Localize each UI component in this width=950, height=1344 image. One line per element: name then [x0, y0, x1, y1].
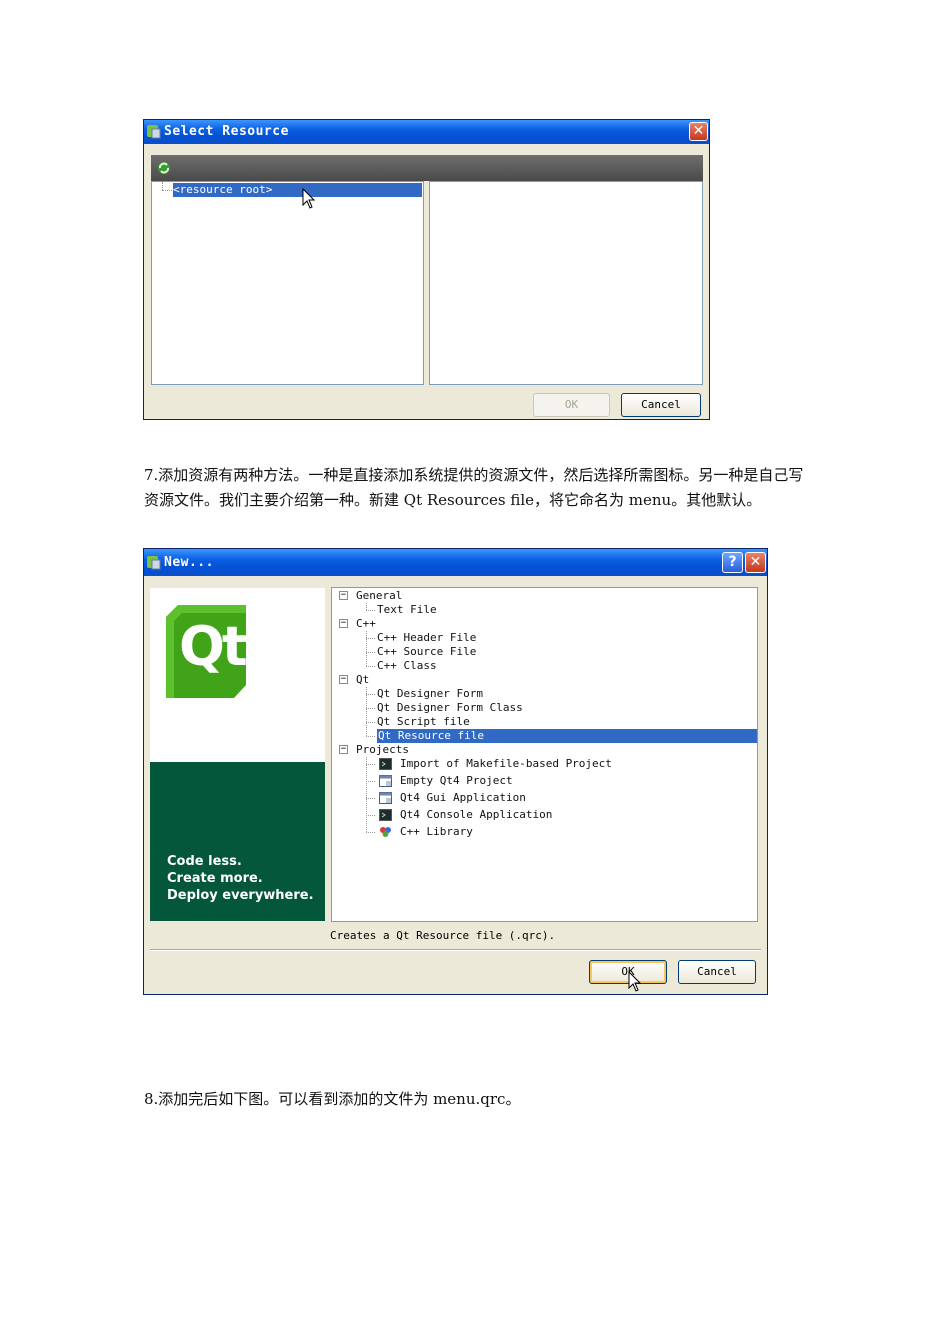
tree-group[interactable]: C++	[356, 617, 376, 631]
tree-item-label: <resource root>	[173, 183, 273, 196]
tree-item[interactable]: C++ Header File	[377, 631, 476, 645]
paragraph-step-8: 8.添加完后如下图。可以看到添加的文件为 menu.qrc。	[144, 1090, 521, 1108]
title-bar[interactable]: Select Resource ✕	[144, 120, 709, 144]
tree-item[interactable]: Qt4 Gui Application	[400, 791, 526, 805]
new-dialog: New... ? ✕ Qt Code less. Create more. De…	[143, 548, 768, 995]
close-button[interactable]: ✕	[689, 122, 708, 141]
qt-logo: Qt	[166, 605, 248, 698]
resource-toolbar	[151, 155, 703, 181]
tree-item[interactable]: Qt Designer Form	[377, 687, 483, 701]
window-icon	[379, 792, 392, 804]
close-button[interactable]: ✕	[745, 552, 766, 573]
template-tree[interactable]: − General Text File − C++ C++ Header File C++ …	[331, 587, 758, 922]
template-description: Creates a Qt Resource file (.qrc).	[330, 929, 556, 942]
expander-icon[interactable]: −	[339, 675, 348, 684]
separator	[150, 949, 761, 951]
tree-item[interactable]: Import of Makefile-based Project	[400, 757, 612, 771]
resource-tree-panel[interactable]: <resource root>	[151, 181, 424, 385]
paragraph-step-7: 7.添加资源有两种方法。一种是直接添加系统提供的资源文件，然后选择所需图标。另一…	[144, 466, 804, 509]
slogan-line-2: Create more.	[167, 871, 263, 886]
reload-icon[interactable]	[156, 160, 172, 176]
qt-app-icon	[147, 556, 161, 570]
expander-icon[interactable]: −	[339, 591, 348, 600]
tree-item[interactable]: Qt Designer Form Class	[377, 701, 523, 715]
slogan-line-3: Deploy everywhere.	[167, 888, 314, 903]
tree-item[interactable]: C++ Library	[400, 825, 473, 839]
mouse-cursor-icon	[628, 971, 642, 992]
title-bar[interactable]: New... ? ✕	[144, 549, 767, 576]
slogan-line-1: Code less.	[167, 854, 242, 869]
mouse-cursor-icon	[302, 188, 316, 209]
tree-group[interactable]: General	[356, 589, 402, 603]
tree-item[interactable]: Qt Script file	[377, 715, 470, 729]
slogan-box: Code less. Create more. Deploy everywher…	[150, 762, 325, 921]
cancel-button[interactable]: Cancel	[678, 960, 756, 984]
tree-group[interactable]: Qt	[356, 673, 369, 687]
tree-item[interactable]: Qt4 Console Application	[400, 808, 552, 822]
tree-item[interactable]: C++ Source File	[377, 645, 476, 659]
qt-logo-text: Qt	[179, 615, 248, 678]
ok-button[interactable]: OK	[533, 393, 610, 417]
console-icon	[379, 809, 392, 821]
select-resource-dialog: Select Resource ✕ <resource root> OK Can…	[143, 119, 710, 420]
console-icon	[379, 758, 392, 770]
tree-group[interactable]: Projects	[356, 743, 409, 757]
expander-icon[interactable]: −	[339, 619, 348, 628]
tree-item[interactable]: Qt Resource file	[377, 729, 757, 743]
window-icon	[379, 775, 392, 787]
dialog-title: Select Resource	[164, 124, 289, 139]
tree-item[interactable]: Text File	[377, 603, 437, 617]
tree-item[interactable]: Empty Qt4 Project	[400, 774, 513, 788]
resource-files-panel[interactable]	[429, 181, 703, 385]
qt-branding-pane: Qt Code less. Create more. Deploy everyw…	[150, 588, 325, 921]
library-icon	[380, 827, 391, 837]
tree-item[interactable]: C++ Class	[377, 659, 437, 673]
qt-app-icon	[147, 125, 161, 139]
help-button[interactable]: ?	[722, 552, 743, 573]
expander-icon[interactable]: −	[339, 745, 348, 754]
cancel-button[interactable]: Cancel	[621, 393, 701, 417]
tree-item-resource-root[interactable]: <resource root>	[173, 183, 422, 197]
dialog-title: New...	[164, 555, 214, 570]
